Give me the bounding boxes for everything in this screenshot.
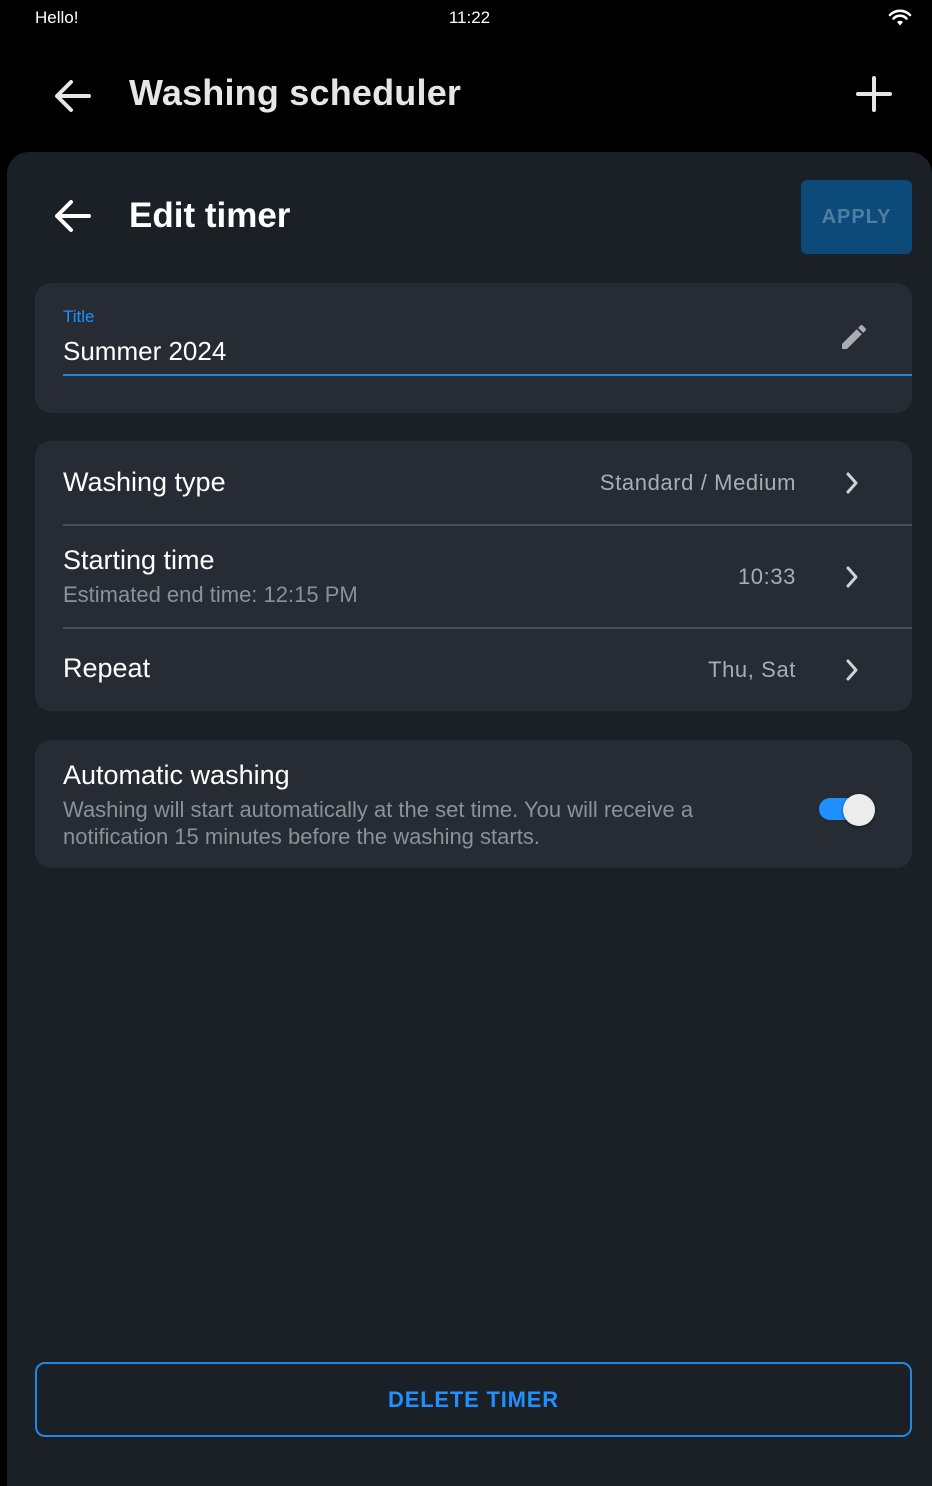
estimated-end-time: Estimated end time: 12:15 PM bbox=[63, 582, 358, 607]
automatic-washing-description: Washing will start automatically at the … bbox=[63, 797, 694, 849]
chevron-right-icon bbox=[840, 471, 864, 495]
chevron-right-icon bbox=[840, 565, 864, 589]
automatic-washing-card: Automatic washing Washing will start aut… bbox=[35, 740, 912, 868]
starting-time-label: Starting time bbox=[63, 545, 215, 575]
pencil-icon[interactable] bbox=[836, 319, 872, 355]
automatic-washing-toggle[interactable] bbox=[819, 788, 877, 826]
title-field-label: Title bbox=[63, 307, 95, 326]
status-time: 11:22 bbox=[448, 8, 491, 27]
sheet-title: Edit timer bbox=[129, 196, 291, 235]
automatic-washing-label: Automatic washing bbox=[63, 760, 290, 790]
washing-type-label: Washing type bbox=[63, 467, 226, 497]
settings-card: Washing type Standard / Medium Starting … bbox=[35, 441, 912, 711]
app-bar: Washing scheduler bbox=[7, 36, 932, 152]
edit-timer-sheet: Edit timer APPLY Title Summer 2024 Washi… bbox=[7, 152, 932, 1486]
title-field-value[interactable]: Summer 2024 bbox=[63, 336, 226, 367]
delete-timer-button[interactable]: DELETE TIMER bbox=[35, 1362, 912, 1437]
status-bar: Hello! 11:22 bbox=[7, 0, 932, 36]
wifi-icon bbox=[888, 8, 912, 28]
plus-icon[interactable] bbox=[852, 72, 896, 116]
repeat-label: Repeat bbox=[63, 653, 151, 683]
repeat-value: Thu, Sat bbox=[708, 657, 796, 682]
starting-time-row[interactable]: Starting time Estimated end time: 12:15 … bbox=[35, 525, 912, 627]
starting-time-value: 10:33 bbox=[737, 564, 796, 589]
app-title: Washing scheduler bbox=[129, 72, 462, 113]
washing-type-value: Standard / Medium bbox=[599, 470, 796, 495]
sheet-header: Edit timer APPLY bbox=[7, 152, 932, 282]
washing-type-row[interactable]: Washing type Standard / Medium bbox=[35, 441, 912, 524]
arrow-left-icon[interactable] bbox=[51, 194, 95, 238]
title-field-card[interactable]: Title Summer 2024 bbox=[35, 283, 912, 413]
arrow-left-icon[interactable] bbox=[51, 74, 95, 118]
repeat-row[interactable]: Repeat Thu, Sat bbox=[35, 628, 912, 711]
chevron-right-icon bbox=[840, 658, 864, 682]
apply-button[interactable]: APPLY bbox=[801, 180, 912, 254]
screen: Hello! 11:22 Washing scheduler Edit time… bbox=[7, 0, 932, 1486]
title-field-underline bbox=[63, 374, 912, 376]
toggle-thumb bbox=[843, 794, 875, 826]
